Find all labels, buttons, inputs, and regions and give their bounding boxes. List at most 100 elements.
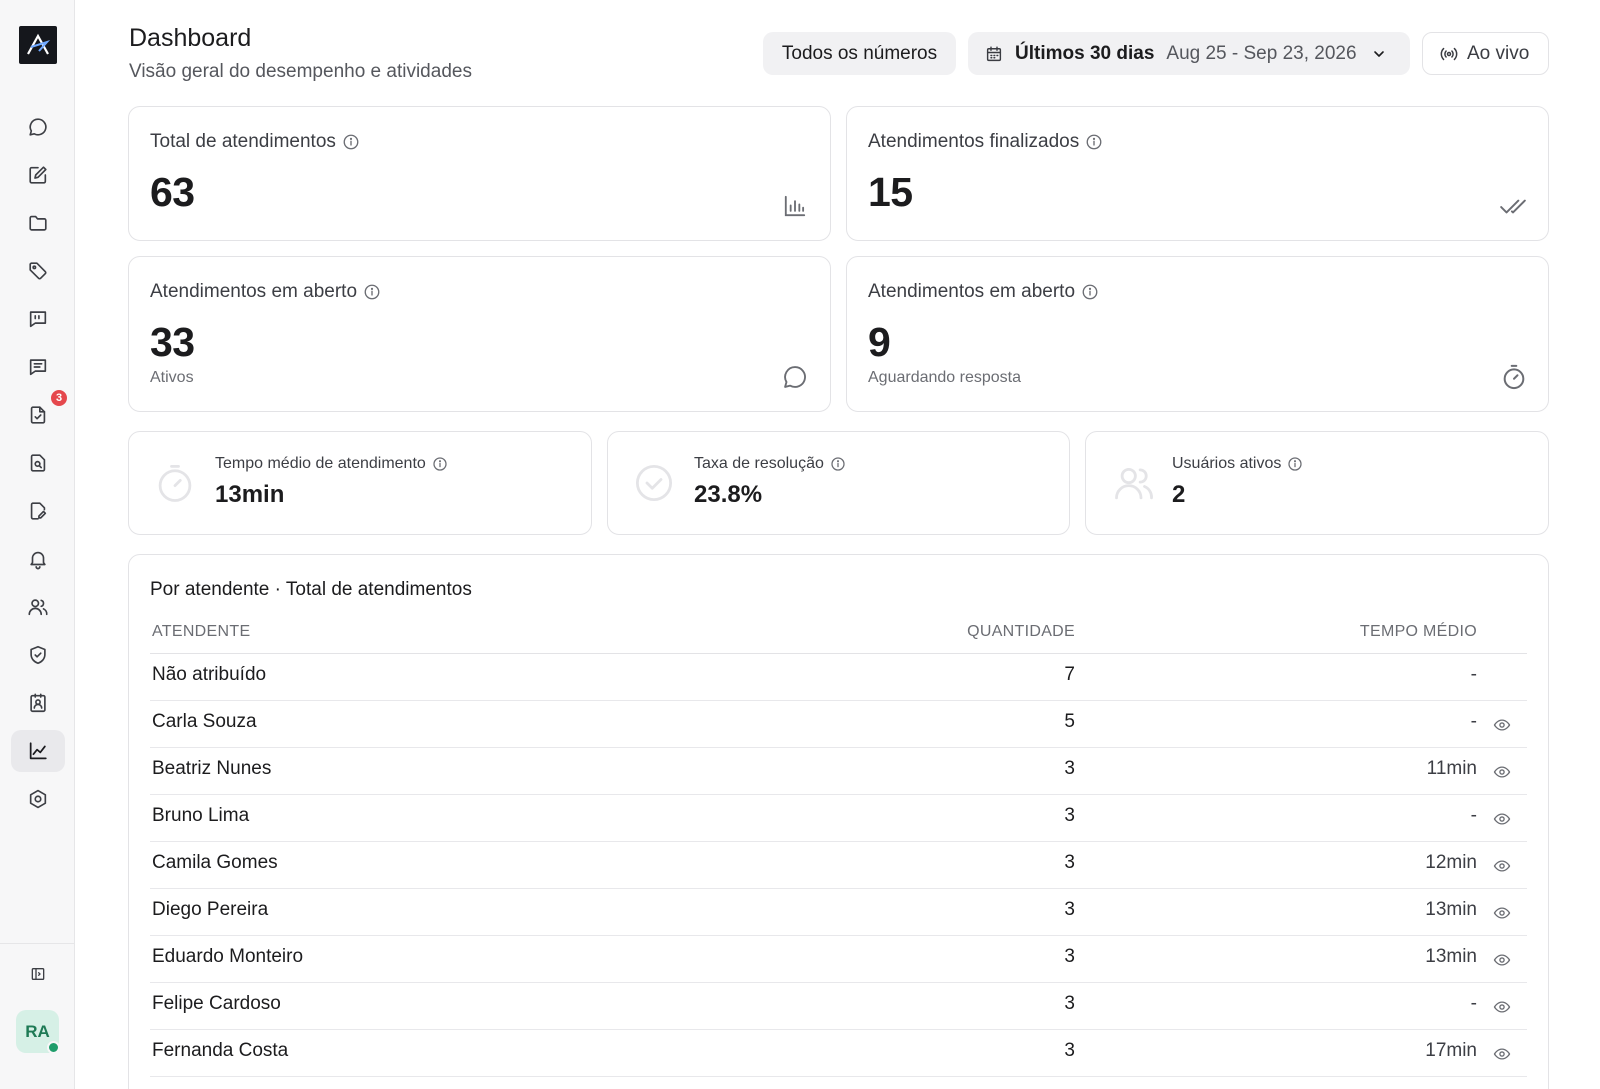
stat-label-text: Atendimentos em aberto <box>150 281 358 302</box>
page-subtitle: Visão geral do desempenho e atividades <box>129 61 472 82</box>
agent-quantity: 3 <box>1064 946 1075 967</box>
info-icon[interactable] <box>342 133 360 151</box>
sidebar-collapse-button[interactable] <box>22 960 54 988</box>
timer-icon <box>154 462 196 504</box>
metric-label: Usuários ativos <box>1172 455 1303 473</box>
agent-name: Diego Pereira <box>152 899 269 920</box>
agent-avg-time: - <box>1470 993 1477 1014</box>
stat-value: 15 <box>868 169 913 215</box>
sidebar: 3 RA <box>0 0 75 1089</box>
agent-avg-time: 13min <box>1425 946 1477 967</box>
table-row[interactable]: Carla Souza 5 - <box>150 701 1527 748</box>
metric-value: 2 <box>1172 481 1186 508</box>
double-check-icon <box>1499 193 1527 219</box>
agent-quantity: 3 <box>1064 1040 1075 1061</box>
table-row[interactable]: Felipe Cardoso 3 - <box>150 983 1527 1030</box>
eye-icon[interactable] <box>1492 904 1512 922</box>
table-row[interactable]: Diego Pereira 3 13min <box>150 889 1527 936</box>
info-icon[interactable] <box>363 283 381 301</box>
user-avatar[interactable]: RA <box>16 1010 60 1054</box>
nav-quotes[interactable] <box>11 298 65 340</box>
column-header-avg-time[interactable]: TEMPO MÉDIO <box>1360 623 1477 641</box>
agent-avg-time: - <box>1470 664 1477 685</box>
agent-name: Felipe Cardoso <box>152 993 281 1014</box>
column-header-quantity[interactable]: QUANTIDADE <box>967 623 1075 641</box>
eye-icon[interactable] <box>1492 998 1512 1016</box>
stat-card-finished: Atendimentos finalizados 15 <box>846 106 1549 241</box>
check-circle-icon <box>633 462 675 504</box>
metric-label-text: Tempo médio de atendimento <box>215 455 426 472</box>
nav-messages[interactable] <box>11 346 65 388</box>
agent-avg-time: - <box>1470 711 1477 732</box>
notification-badge: 3 <box>49 388 69 408</box>
eye-icon[interactable] <box>1492 951 1512 969</box>
contact-card-icon <box>27 692 49 714</box>
eye-icon[interactable] <box>1492 810 1512 828</box>
info-icon[interactable] <box>432 456 448 472</box>
agent-quantity: 7 <box>1064 664 1075 685</box>
nav-tags[interactable] <box>11 250 65 292</box>
info-icon[interactable] <box>1081 283 1099 301</box>
sidebar-nav: 3 <box>0 106 75 826</box>
live-mode-button[interactable]: Ao vivo <box>1422 32 1549 75</box>
nav-chats[interactable] <box>11 106 65 148</box>
filter-all-numbers-button[interactable]: Todos os números <box>763 32 956 75</box>
info-icon[interactable] <box>1287 456 1303 472</box>
online-status-dot <box>47 1041 60 1054</box>
agent-name: Não atribuído <box>152 664 267 685</box>
info-icon[interactable] <box>830 456 846 472</box>
date-range-picker[interactable]: Últimos 30 dias Aug 25 - Sep 23, 2026 <box>968 32 1410 75</box>
live-label: Ao vivo <box>1467 42 1530 64</box>
table-body: Não atribuído 7 - Carla Souza 5 - Beatri… <box>150 654 1527 1077</box>
nav-notifications[interactable] <box>11 538 65 580</box>
agent-quantity: 3 <box>1064 758 1075 779</box>
eye-icon[interactable] <box>1492 716 1512 734</box>
nav-reports[interactable] <box>11 442 65 484</box>
table-header: ATENDENTE QUANTIDADE TEMPO MÉDIO <box>150 617 1527 654</box>
sidebar-toggle-icon <box>30 966 46 982</box>
chat-bubble-icon <box>781 363 809 391</box>
date-range-value: Aug 25 - Sep 23, 2026 <box>1166 42 1357 64</box>
stat-card-total: Total de atendimentos 63 <box>128 106 831 241</box>
chat-bubble-icon <box>27 116 49 138</box>
nav-folders[interactable] <box>11 202 65 244</box>
nav-dashboard[interactable] <box>11 730 65 772</box>
calendar-icon <box>985 45 1003 63</box>
nav-notes[interactable] <box>11 154 65 196</box>
eye-icon[interactable] <box>1492 763 1512 781</box>
agent-quantity: 3 <box>1064 805 1075 826</box>
nav-settings[interactable] <box>11 778 65 820</box>
nav-security[interactable] <box>11 634 65 676</box>
file-search-icon <box>27 452 49 474</box>
nav-contacts[interactable] <box>11 682 65 724</box>
agent-quantity: 3 <box>1064 993 1075 1014</box>
brand-logo[interactable] <box>19 26 57 64</box>
agent-name: Beatriz Nunes <box>152 758 272 779</box>
nav-tasks[interactable]: 3 <box>11 388 69 436</box>
agents-table-card: Por atendente · Total de atendimentos AT… <box>128 554 1549 1089</box>
metric-value: 13min <box>215 481 285 508</box>
metric-value: 23.8% <box>694 481 763 508</box>
stat-value: 33 <box>150 319 195 365</box>
table-row[interactable]: Eduardo Monteiro 3 13min <box>150 936 1527 983</box>
stat-label-text: Total de atendimentos <box>150 131 336 152</box>
column-header-agent[interactable]: ATENDENTE <box>152 623 250 641</box>
metric-card-active-users: Usuários ativos 2 <box>1085 431 1549 535</box>
eye-icon[interactable] <box>1492 1045 1512 1063</box>
timer-icon <box>1500 363 1528 391</box>
eye-icon[interactable] <box>1492 857 1512 875</box>
nav-users[interactable] <box>11 586 65 628</box>
chart-line-icon <box>27 740 49 762</box>
nav-forms[interactable] <box>11 490 65 532</box>
settings-hex-icon <box>27 788 49 810</box>
info-icon[interactable] <box>1085 133 1103 151</box>
table-row[interactable]: Beatriz Nunes 3 11min <box>150 748 1527 795</box>
users-icon <box>27 596 49 618</box>
table-row[interactable]: Fernanda Costa 3 17min <box>150 1030 1527 1077</box>
stat-label: Atendimentos em aberto <box>150 281 381 303</box>
bell-icon <box>27 548 49 570</box>
agent-avg-time: 13min <box>1425 899 1477 920</box>
table-row[interactable]: Não atribuído 7 - <box>150 654 1527 701</box>
table-row[interactable]: Camila Gomes 3 12min <box>150 842 1527 889</box>
table-row[interactable]: Bruno Lima 3 - <box>150 795 1527 842</box>
